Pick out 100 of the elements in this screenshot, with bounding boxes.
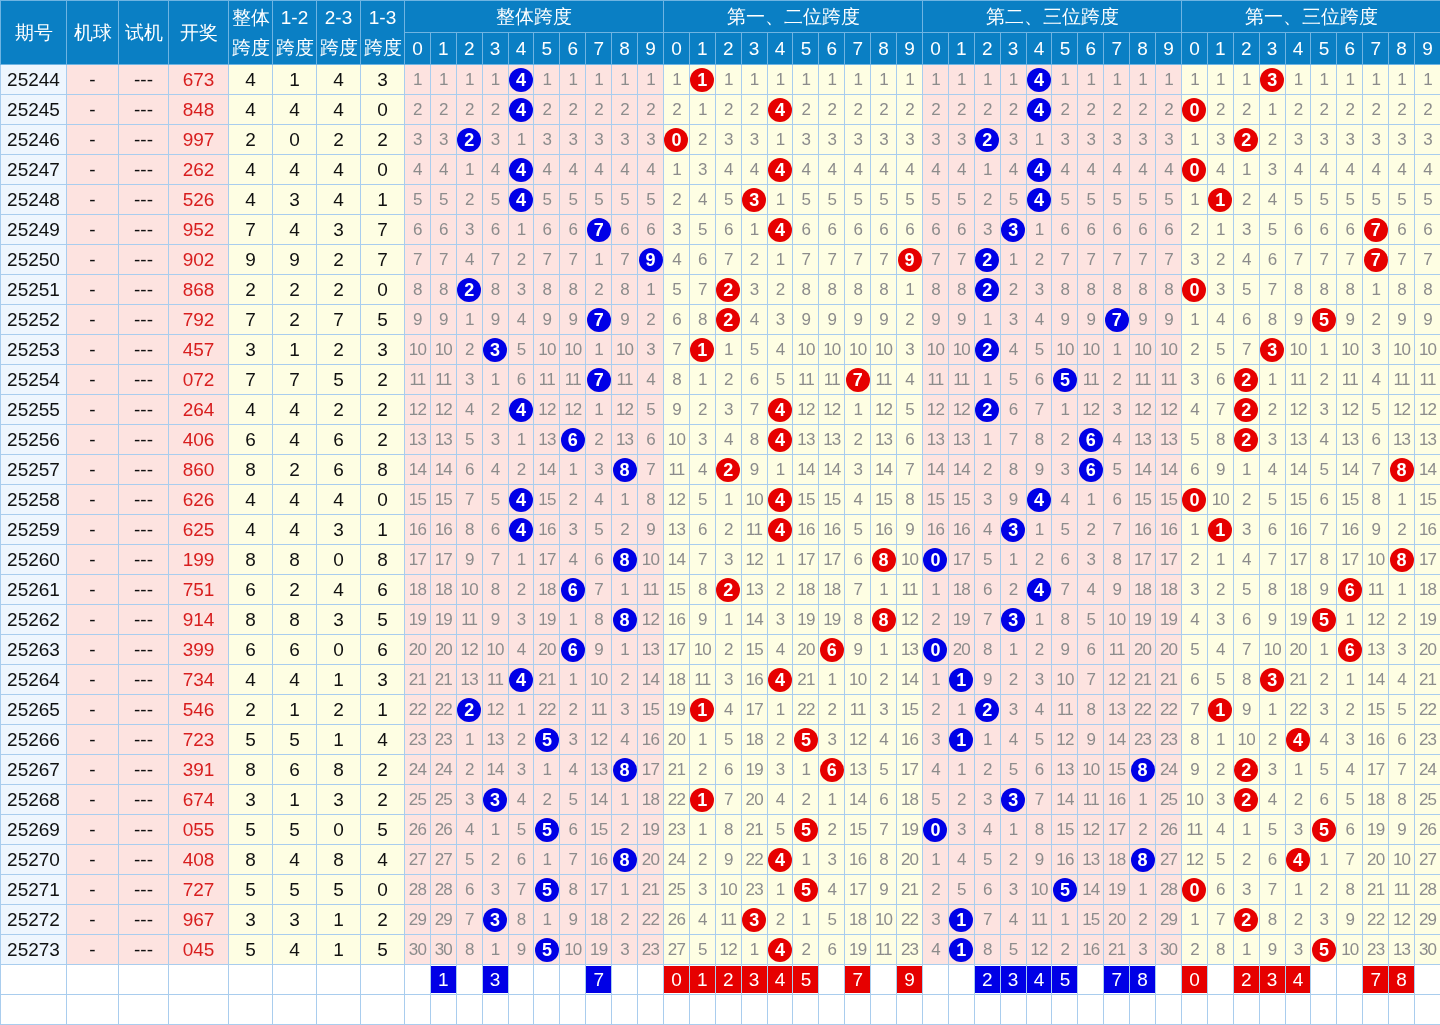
issue-number: 25253 xyxy=(0,334,67,365)
digit-tag: 7 xyxy=(586,966,611,993)
issue-number: 25259 xyxy=(0,514,67,545)
issue-number: 25264 xyxy=(0,664,67,695)
test-number: --- xyxy=(118,184,169,215)
number-ball: 3 xyxy=(1001,787,1026,812)
digit-tag: 7 xyxy=(845,966,870,993)
group-header: 整体跨度 xyxy=(404,0,664,33)
draw-number: 751 xyxy=(168,574,229,605)
digit-tag: 4 xyxy=(768,966,792,993)
number-ball: 3 xyxy=(1260,337,1285,362)
digit-tag: 9 xyxy=(897,966,922,993)
draw-number: 045 xyxy=(168,934,229,965)
number-ball: 3 xyxy=(483,907,508,932)
group-header: 第一、三位跨度 xyxy=(1181,0,1440,33)
digit-tag: 7 xyxy=(1104,966,1129,993)
number-ball: 1 xyxy=(690,697,715,722)
number-ball: 1 xyxy=(690,67,715,92)
number-ball: 2 xyxy=(975,277,1000,302)
number-ball: 0 xyxy=(1182,877,1207,902)
test-number: --- xyxy=(118,574,169,605)
draw-number: 860 xyxy=(168,454,229,485)
draw-number: 406 xyxy=(168,424,229,455)
number-ball: 6 xyxy=(560,637,585,662)
number-ball: 5 xyxy=(534,817,559,842)
number-ball: 4 xyxy=(509,67,533,92)
draw-number: 914 xyxy=(168,604,229,635)
number-ball: 5 xyxy=(1312,937,1336,962)
number-ball: 2 xyxy=(716,457,741,482)
issue-number: 25263 xyxy=(0,634,67,665)
draw-number: 723 xyxy=(168,724,229,755)
issue-number: 25258 xyxy=(0,484,67,515)
number-ball: 2 xyxy=(1234,397,1259,422)
issue-number: 25245 xyxy=(0,94,67,125)
number-ball: 5 xyxy=(1312,607,1336,632)
number-ball: 0 xyxy=(1182,487,1207,512)
number-ball: 9 xyxy=(897,247,922,272)
digit-tag: 3 xyxy=(1001,966,1026,993)
issue-number: 25262 xyxy=(0,604,67,635)
number-ball: 2 xyxy=(1234,367,1259,392)
issue-number: 25248 xyxy=(0,184,67,215)
digit-tag: 2 xyxy=(975,966,1000,993)
column-header: 机球 xyxy=(66,0,119,65)
draw-number: 727 xyxy=(168,874,229,905)
digit-tag: 2 xyxy=(716,966,741,993)
number-ball: 3 xyxy=(1001,607,1026,632)
test-number: --- xyxy=(118,424,169,455)
column-header: 期号 xyxy=(0,0,67,65)
number-ball: 4 xyxy=(509,187,533,212)
number-ball: 8 xyxy=(1389,547,1414,572)
number-ball: 4 xyxy=(1027,67,1051,92)
number-ball: 1 xyxy=(690,787,715,812)
digit-tag: 4 xyxy=(1027,966,1051,993)
number-ball: 4 xyxy=(768,487,792,512)
draw-number: 952 xyxy=(168,214,229,245)
number-ball: 5 xyxy=(534,727,559,752)
number-ball: 7 xyxy=(586,217,611,242)
number-ball: 0 xyxy=(1182,97,1207,122)
number-ball: 4 xyxy=(768,667,792,692)
test-number: --- xyxy=(118,724,169,755)
number-ball: 0 xyxy=(923,637,948,662)
issue-number: 25257 xyxy=(0,454,67,485)
number-ball: 0 xyxy=(923,817,948,842)
number-ball: 2 xyxy=(975,127,1000,152)
issue-number: 25270 xyxy=(0,844,67,875)
number-ball: 5 xyxy=(794,877,818,902)
number-ball: 4 xyxy=(768,937,792,962)
issue-number: 25247 xyxy=(0,154,67,185)
number-ball: 8 xyxy=(612,547,637,572)
number-ball: 5 xyxy=(794,727,818,752)
number-ball: 8 xyxy=(1130,847,1155,872)
test-number: --- xyxy=(118,754,169,785)
draw-number: 408 xyxy=(168,844,229,875)
test-number: --- xyxy=(118,364,169,395)
issue-number: 25272 xyxy=(0,904,67,935)
number-ball: 1 xyxy=(1208,187,1233,212)
number-ball: 3 xyxy=(1260,67,1285,92)
number-ball: 8 xyxy=(871,607,896,632)
number-ball: 1 xyxy=(1208,517,1233,542)
number-ball: 4 xyxy=(509,397,533,422)
test-number: --- xyxy=(118,454,169,485)
number-ball: 3 xyxy=(1001,517,1026,542)
digit-tag: 3 xyxy=(742,966,767,993)
number-ball: 6 xyxy=(819,757,844,782)
issue-number: 25260 xyxy=(0,544,67,575)
number-ball: 2 xyxy=(716,277,741,302)
number-ball: 2 xyxy=(975,247,1000,272)
digit-tag: 5 xyxy=(1053,966,1077,993)
test-number: --- xyxy=(118,634,169,665)
number-ball: 8 xyxy=(871,547,896,572)
number-ball: 5 xyxy=(1312,307,1336,332)
draw-number: 072 xyxy=(168,364,229,395)
number-ball: 4 xyxy=(768,517,792,542)
draw-number: 264 xyxy=(168,394,229,425)
test-number: --- xyxy=(118,64,169,95)
issue-number: 25249 xyxy=(0,214,67,245)
issue-number: 25265 xyxy=(0,694,67,725)
number-ball: 7 xyxy=(1363,247,1388,272)
number-ball: 6 xyxy=(819,637,844,662)
number-ball: 2 xyxy=(1234,907,1259,932)
